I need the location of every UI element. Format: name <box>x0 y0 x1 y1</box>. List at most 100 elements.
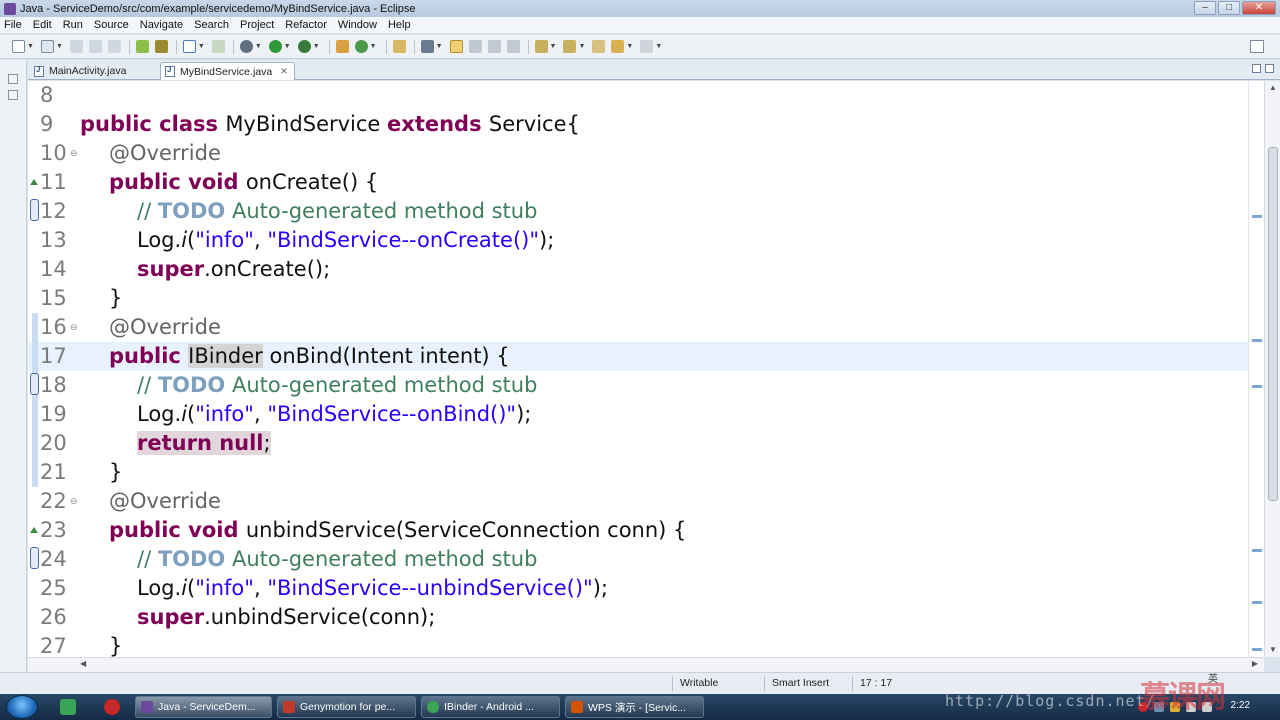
tab-label: MainActivity.java <box>49 65 127 77</box>
save-icon[interactable] <box>40 40 54 53</box>
save-all-icon[interactable] <box>69 40 83 53</box>
minimize-view-icon[interactable] <box>1252 64 1261 73</box>
ruler-marker[interactable] <box>1252 601 1262 604</box>
override-marker-icon[interactable] <box>30 179 38 185</box>
next-annotation-icon[interactable] <box>534 40 548 53</box>
chevron-down-icon[interactable]: ▼ <box>655 43 662 50</box>
task-marker-icon[interactable] <box>30 547 39 569</box>
maximize-button[interactable]: □ <box>1218 1 1240 15</box>
task-marker-icon[interactable] <box>30 373 39 395</box>
android-sdk-icon[interactable] <box>154 40 168 53</box>
forward-icon[interactable] <box>640 40 654 53</box>
minimize-button[interactable]: – <box>1194 1 1216 15</box>
chevron-down-icon[interactable]: ▼ <box>436 43 443 50</box>
scrollbar-thumb[interactable] <box>1268 147 1278 501</box>
menu-navigate[interactable]: Navigate <box>140 19 183 31</box>
android-lint-icon[interactable] <box>211 40 225 53</box>
menu-project[interactable]: Project <box>240 19 274 31</box>
clock[interactable]: 2:22 <box>1231 700 1250 711</box>
chevron-down-icon[interactable]: ▼ <box>284 43 291 50</box>
horizontal-scrollbar[interactable]: ◀ ▶ <box>28 657 1264 672</box>
new-android-project-icon[interactable] <box>135 40 149 53</box>
external-tools-icon[interactable] <box>297 40 311 53</box>
ruler-marker[interactable] <box>1252 549 1262 552</box>
eclipse-app-icon <box>141 701 153 713</box>
menu-edit[interactable]: Edit <box>33 19 52 31</box>
code-line: 13 Log.i("info", "BindService--onCreate(… <box>28 226 1248 255</box>
code-line: 27 } <box>28 632 1248 657</box>
chevron-down-icon[interactable]: ▼ <box>578 43 585 50</box>
tab-mainactivity[interactable]: MainActivity.java <box>30 62 158 80</box>
open-type-icon[interactable] <box>392 40 406 53</box>
scroll-down-icon[interactable]: ▼ <box>1265 643 1280 657</box>
line-number: 19 <box>40 402 67 426</box>
taskbar-item-genymotion[interactable]: Genymotion for pe... <box>277 696 416 718</box>
chevron-down-icon[interactable]: ▼ <box>550 43 557 50</box>
last-edit-location-icon[interactable] <box>592 40 606 53</box>
window-controls: – □ ✕ <box>1194 1 1276 15</box>
menu-window[interactable]: Window <box>338 19 377 31</box>
menu-refactor[interactable]: Refactor <box>285 19 327 31</box>
vertical-scrollbar[interactable]: ▲ ▼ <box>1264 81 1280 657</box>
menu-run[interactable]: Run <box>63 19 83 31</box>
quicklaunch-icon[interactable] <box>60 699 76 715</box>
chevron-down-icon[interactable]: ▼ <box>27 43 34 50</box>
chevron-down-icon[interactable]: ▼ <box>313 43 320 50</box>
fold-collapse-icon[interactable]: ⊖ <box>70 148 78 159</box>
taskbar-item-label: Java - ServiceDem... <box>158 701 256 713</box>
search-icon[interactable] <box>420 40 434 53</box>
quicklaunch-icon[interactable] <box>104 699 120 715</box>
fold-collapse-icon[interactable]: ⊖ <box>70 496 78 507</box>
open-perspective-icon[interactable] <box>1250 40 1264 53</box>
close-icon[interactable]: ✕ <box>280 66 288 77</box>
menu-search[interactable]: Search <box>194 19 229 31</box>
print-icon[interactable] <box>107 40 121 53</box>
ruler-marker[interactable] <box>1252 648 1262 651</box>
restore-view-icon[interactable] <box>8 74 18 84</box>
close-button[interactable]: ✕ <box>1242 1 1276 15</box>
scroll-up-icon[interactable]: ▲ <box>1265 81 1280 95</box>
start-button[interactable] <box>6 695 38 719</box>
fold-collapse-icon[interactable]: ⊖ <box>70 322 78 333</box>
paragraph-icon[interactable] <box>506 40 520 53</box>
taskbar-item-wps[interactable]: WPS 演示 - [Servic... <box>565 696 704 718</box>
ruler-marker[interactable] <box>1252 339 1262 342</box>
back-icon[interactable] <box>611 40 625 53</box>
code-text: @Override <box>109 489 221 513</box>
code-editor[interactable]: 8 9 public class MyBindService extends S… <box>28 81 1248 657</box>
android-avd-icon[interactable] <box>182 40 196 53</box>
overview-ruler[interactable] <box>1248 81 1264 657</box>
menu-source[interactable]: Source <box>94 19 129 31</box>
override-marker-icon[interactable] <box>30 527 38 533</box>
chevron-down-icon[interactable]: ▼ <box>370 43 377 50</box>
browser-app-icon <box>427 701 439 713</box>
tab-mybindservice[interactable]: MyBindService.java ✕ <box>160 62 295 80</box>
taskbar-item-eclipse[interactable]: Java - ServiceDem... <box>135 696 272 718</box>
chevron-down-icon[interactable]: ▼ <box>626 43 633 50</box>
line-number: 26 <box>40 605 67 629</box>
menu-file[interactable]: File <box>4 19 22 31</box>
task-marker-icon[interactable] <box>30 199 39 221</box>
toggle-mark-occurrences-icon[interactable] <box>449 40 463 53</box>
chevron-down-icon[interactable]: ▼ <box>56 43 63 50</box>
new-icon[interactable] <box>12 40 25 53</box>
show-whitespace-icon[interactable] <box>487 40 501 53</box>
scroll-right-icon[interactable]: ▶ <box>1252 659 1258 668</box>
new-package-icon[interactable] <box>335 40 349 53</box>
menu-help[interactable]: Help <box>388 19 411 31</box>
package-explorer-icon[interactable] <box>8 90 18 100</box>
chevron-down-icon[interactable]: ▼ <box>198 43 205 50</box>
scroll-left-icon[interactable]: ◀ <box>80 659 86 668</box>
quick-diff-change-marker <box>32 458 38 487</box>
debug-icon[interactable] <box>239 40 253 53</box>
previous-annotation-icon[interactable] <box>563 40 577 53</box>
ruler-marker[interactable] <box>1252 215 1262 218</box>
new-class-icon[interactable] <box>354 40 368 53</box>
taskbar-item-browser[interactable]: IBinder - Android ... <box>421 696 560 718</box>
print-icon[interactable] <box>88 40 102 53</box>
toggle-block-selection-icon[interactable] <box>468 40 482 53</box>
run-icon[interactable] <box>268 40 282 53</box>
maximize-view-icon[interactable] <box>1265 64 1274 73</box>
chevron-down-icon[interactable]: ▼ <box>255 43 262 50</box>
ruler-marker[interactable] <box>1252 385 1262 388</box>
